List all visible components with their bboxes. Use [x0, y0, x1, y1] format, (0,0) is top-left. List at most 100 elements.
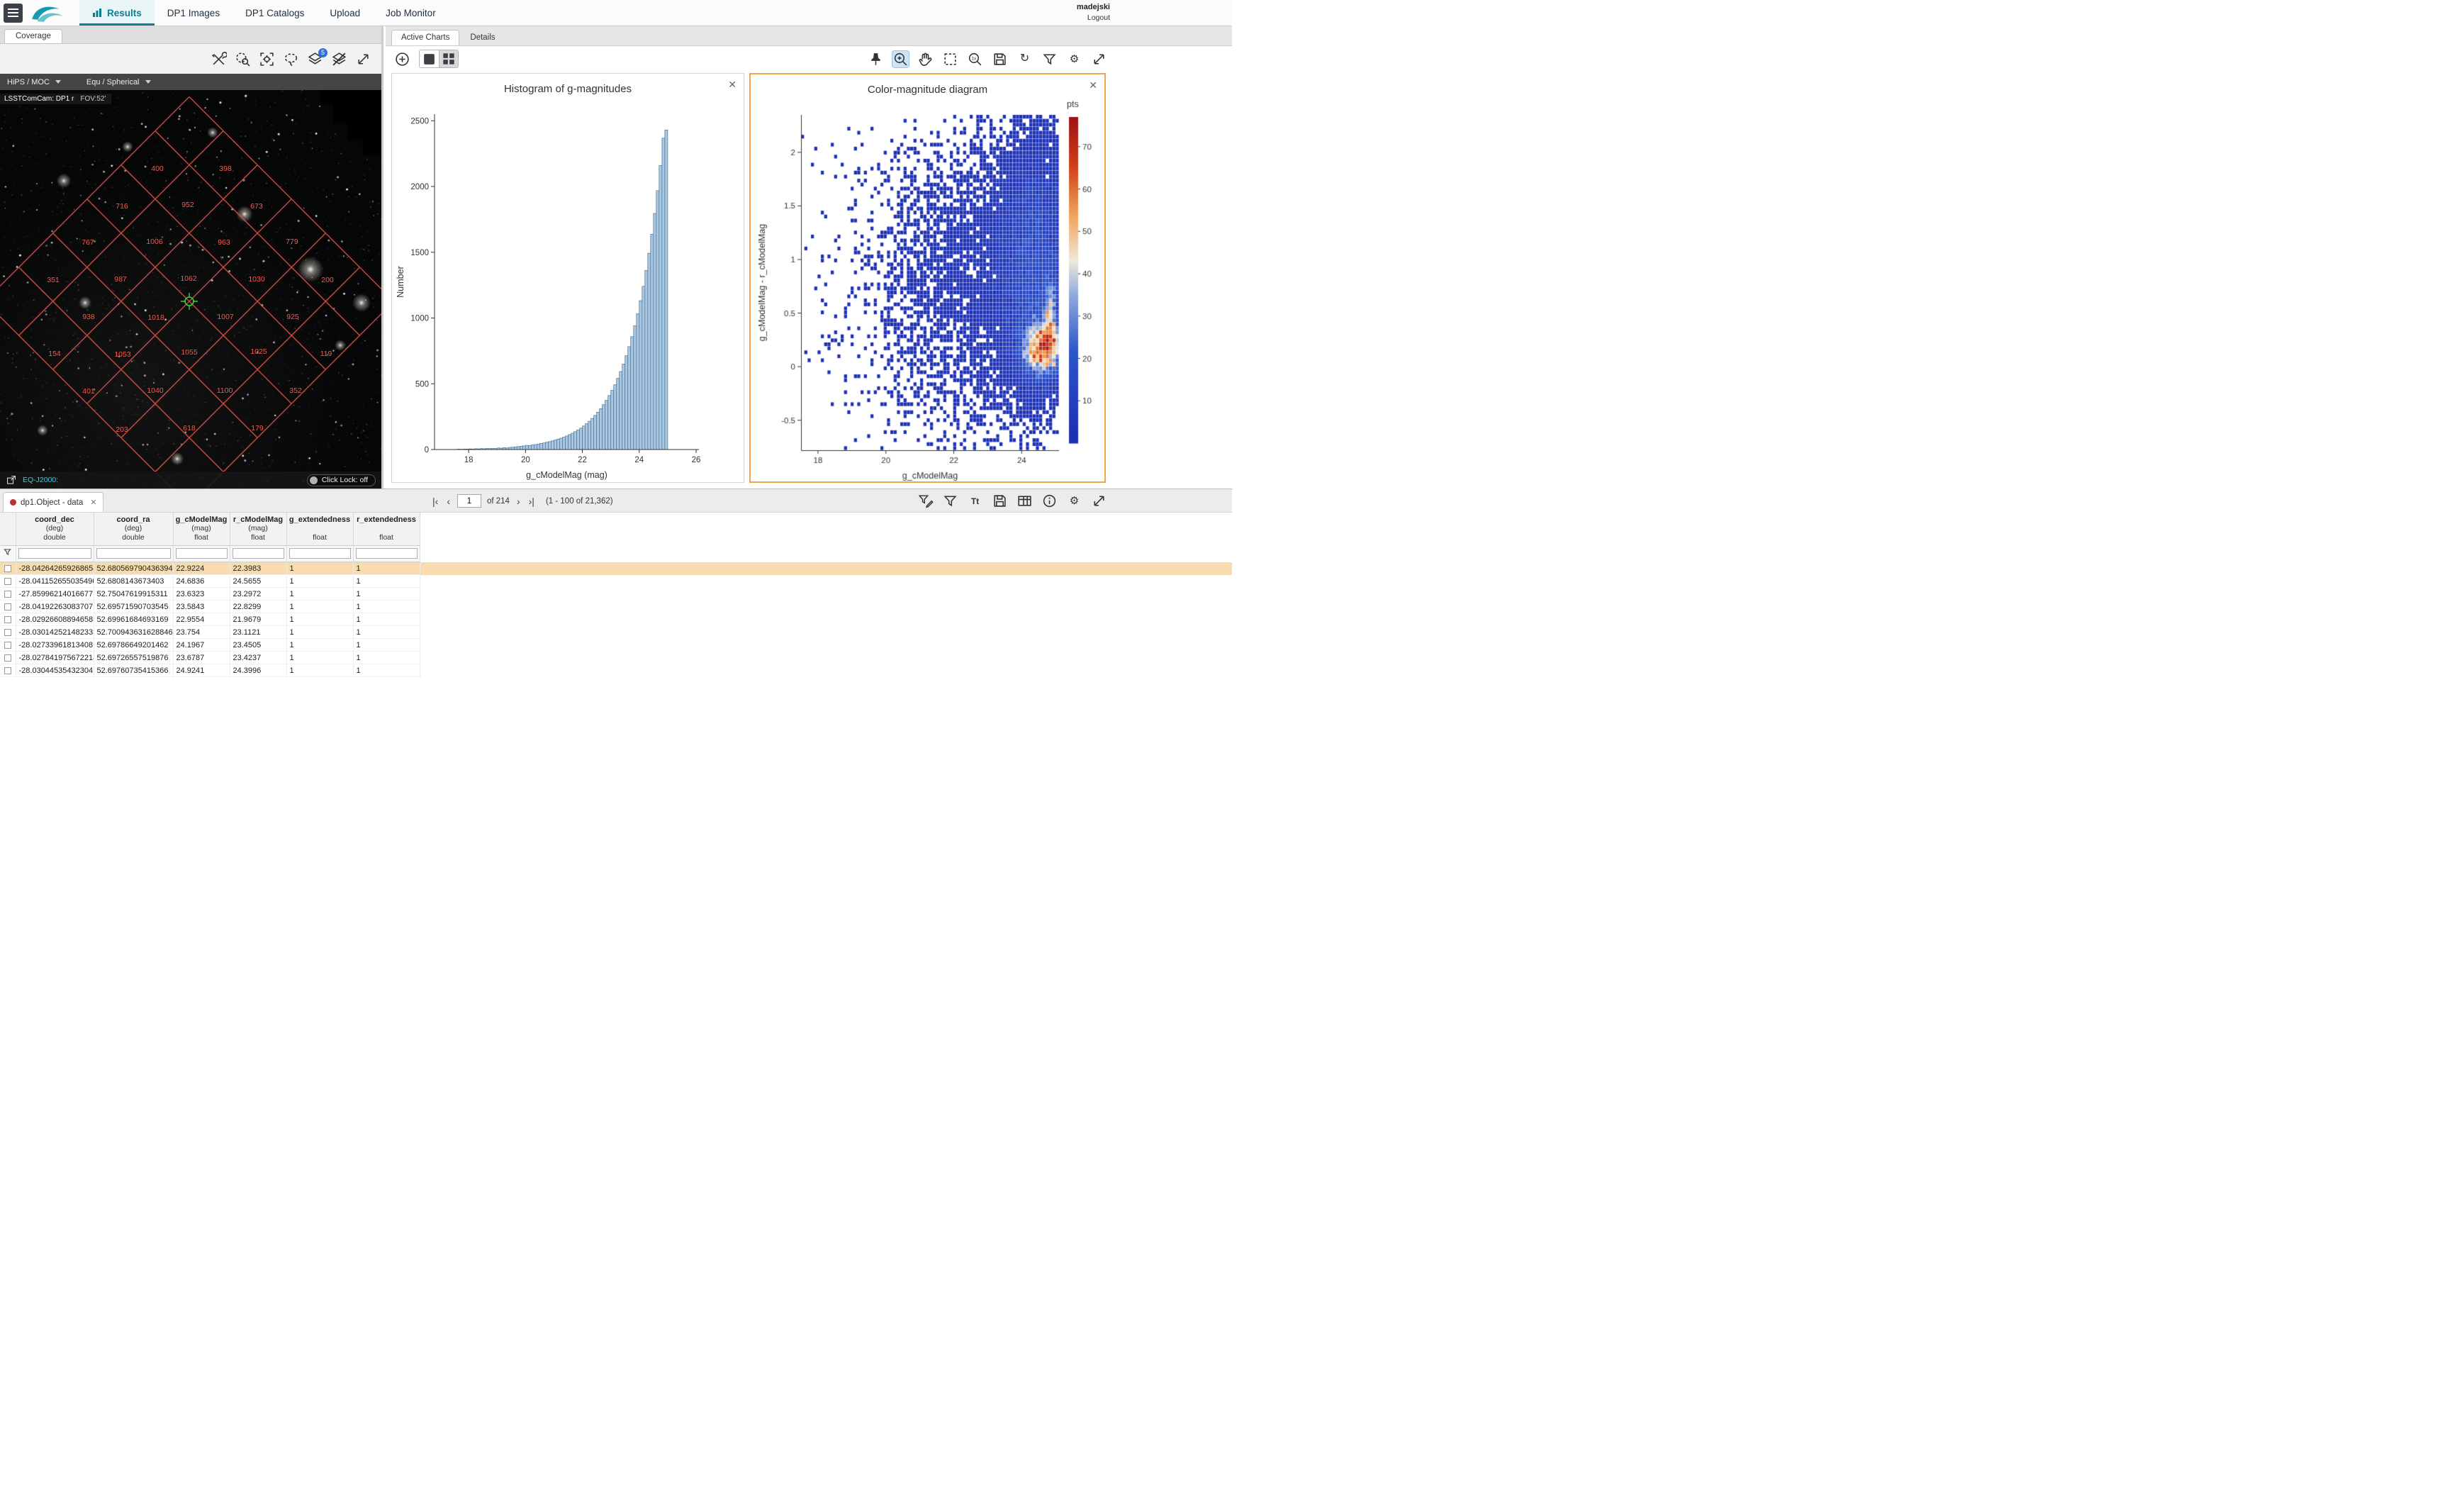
histogram-plot[interactable]: 182022242605001000150020002500g_cModelMa…	[392, 74, 742, 481]
charts-panel: Active ChartsDetails 1x↻⚙ Histogram of g…	[386, 26, 1232, 489]
column-header-g-cmodelmag[interactable]: g_cModelMag (mag) float	[173, 513, 230, 546]
tools-icon[interactable]	[211, 51, 227, 67]
select-area-icon[interactable]	[942, 51, 958, 67]
filter-input-coord-dec[interactable]	[18, 548, 91, 559]
row-checkbox[interactable]	[4, 603, 11, 610]
logout-link[interactable]: Logout	[1077, 13, 1110, 23]
click-lock-toggle[interactable]: Click Lock: off	[307, 474, 376, 486]
close-table-icon[interactable]: ✕	[90, 498, 96, 507]
tab-details[interactable]: Details	[461, 30, 504, 45]
column-header-coord-ra[interactable]: coord_ra (deg) double	[94, 513, 173, 546]
table-row[interactable]: -28.0304453543230452.6976073541536624.92…	[0, 664, 1232, 677]
tab-dp1-images[interactable]: DP1 Images	[155, 0, 233, 26]
filter-row-icon[interactable]	[0, 546, 16, 562]
select-region-icon[interactable]	[283, 51, 299, 67]
sky-view[interactable]: 4003987169526737671006963779351987106210…	[0, 90, 381, 489]
tab-upload[interactable]: Upload	[317, 0, 373, 26]
table-row[interactable]: -28.02926608894658552.6996168469316922.9…	[0, 613, 1232, 626]
tab-job-monitor[interactable]: Job Monitor	[373, 0, 449, 26]
pin-icon[interactable]	[868, 51, 884, 67]
filter-input-r-cmodelmag[interactable]	[233, 548, 284, 559]
save-icon[interactable]	[992, 51, 1008, 67]
table-cell: 1	[286, 652, 353, 664]
search-region-icon[interactable]	[235, 51, 251, 67]
restore-icon[interactable]: ↻	[1017, 51, 1033, 67]
zoom-original-icon[interactable]: 1x	[967, 51, 983, 67]
table-row[interactable]: -27.8599621401667752.7504761991531123.63…	[0, 588, 1232, 601]
row-checkbox[interactable]	[4, 591, 11, 598]
filter-icon[interactable]	[1041, 51, 1058, 67]
add-chart-icon[interactable]	[394, 51, 410, 67]
column-type: float	[289, 533, 352, 542]
coord-system-dropdown[interactable]: Equ / Spherical	[86, 78, 151, 87]
row-checkbox[interactable]	[4, 629, 11, 636]
color-magnitude-plot[interactable]	[751, 74, 1104, 481]
column-header-r-cmodelmag[interactable]: r_cModelMag (mag) float	[230, 513, 286, 546]
svg-text:1000: 1000	[410, 315, 429, 323]
layers-icon[interactable]: 5	[307, 51, 323, 67]
expand-icon[interactable]	[1091, 51, 1107, 67]
table-cell: 1	[286, 601, 353, 613]
save-icon[interactable]	[992, 493, 1008, 509]
tab-coverage[interactable]: Coverage	[4, 29, 62, 43]
last-page-button[interactable]: ›|	[527, 496, 536, 506]
column-header-g-extendedness[interactable]: g_extendedness float	[286, 513, 353, 546]
table-options-icon[interactable]	[1017, 493, 1033, 509]
toggle-knob-icon	[310, 476, 318, 484]
hips-moc-dropdown[interactable]: HiPS / MOC	[7, 78, 61, 87]
svg-text:500: 500	[415, 380, 429, 389]
filter-advanced-icon[interactable]	[917, 493, 934, 509]
table-cell: -28.04192263083707	[16, 601, 94, 613]
filter-input-g-extendedness[interactable]	[289, 548, 351, 559]
expand-icon[interactable]	[1091, 493, 1107, 509]
table-row[interactable]: -28.0419226308370752.6957159070354523.58…	[0, 601, 1232, 613]
page-number-input[interactable]	[457, 494, 481, 508]
column-header-coord-dec[interactable]: coord_dec (deg) double	[16, 513, 94, 546]
filter-input-g-cmodelmag[interactable]	[176, 548, 228, 559]
column-header-r-extendedness[interactable]: r_extendedness float	[353, 513, 420, 546]
svg-text:26: 26	[692, 456, 701, 464]
table-cell: 1	[286, 626, 353, 639]
row-checkbox[interactable]	[4, 654, 11, 662]
row-checkbox[interactable]	[4, 616, 11, 623]
user-area: madejski Logout	[1077, 2, 1232, 23]
grid-view-icon[interactable]	[439, 50, 458, 67]
table-row[interactable]: -28.04115265503549652.680814367340324.68…	[0, 575, 1232, 588]
recenter-icon[interactable]	[259, 51, 275, 67]
table-cell: 22.3983	[230, 562, 286, 575]
pan-icon[interactable]	[917, 51, 934, 67]
coord-readout-label: EQ-J2000:	[23, 476, 58, 484]
table-cell: -28.030142521482333	[16, 626, 94, 639]
starfield-canvas[interactable]	[0, 90, 381, 489]
column-name: coord_dec	[18, 515, 92, 524]
row-checkbox[interactable]	[4, 578, 11, 585]
row-checkbox[interactable]	[4, 642, 11, 649]
row-checkbox[interactable]	[4, 667, 11, 674]
table-row[interactable]: -28.03014252148233352.70094363162884623.…	[0, 626, 1232, 639]
tab-active-charts[interactable]: Active Charts	[391, 30, 459, 45]
expand-icon[interactable]	[355, 51, 371, 67]
settings-icon[interactable]: ⚙	[1066, 51, 1082, 67]
zoom-in-icon[interactable]	[892, 51, 909, 67]
table-row[interactable]: -28.04264265926865852.68056979043639422.…	[0, 562, 1232, 575]
settings-icon[interactable]: ⚙	[1066, 493, 1082, 509]
info-icon[interactable]	[1041, 493, 1058, 509]
next-page-button[interactable]: ›	[515, 496, 522, 506]
filter-input-r-extendedness[interactable]	[356, 548, 418, 559]
menu-icon[interactable]	[4, 4, 23, 23]
table-tab[interactable]: dp1.Object - data ✕	[3, 492, 103, 512]
filter-icon[interactable]	[942, 493, 958, 509]
single-view-icon[interactable]	[420, 50, 439, 67]
row-checkbox[interactable]	[4, 565, 11, 572]
table-row[interactable]: -28.02784197567221452.6972655751987623.6…	[0, 652, 1232, 664]
tab-dp1-catalogs[interactable]: DP1 Catalogs	[233, 0, 317, 26]
prev-page-button[interactable]: ‹	[445, 496, 452, 506]
external-link-icon[interactable]	[6, 474, 17, 486]
filter-input-coord-ra[interactable]	[96, 548, 171, 559]
text-format-icon[interactable]: Tt	[967, 493, 983, 509]
first-page-button[interactable]: |‹	[431, 496, 439, 506]
table-row[interactable]: -28.0273396181340852.6978664920146224.19…	[0, 639, 1232, 652]
layers-off-icon[interactable]	[331, 51, 347, 67]
tab-results[interactable]: Results	[79, 0, 155, 26]
table-cell: -27.85996214016677	[16, 588, 94, 601]
